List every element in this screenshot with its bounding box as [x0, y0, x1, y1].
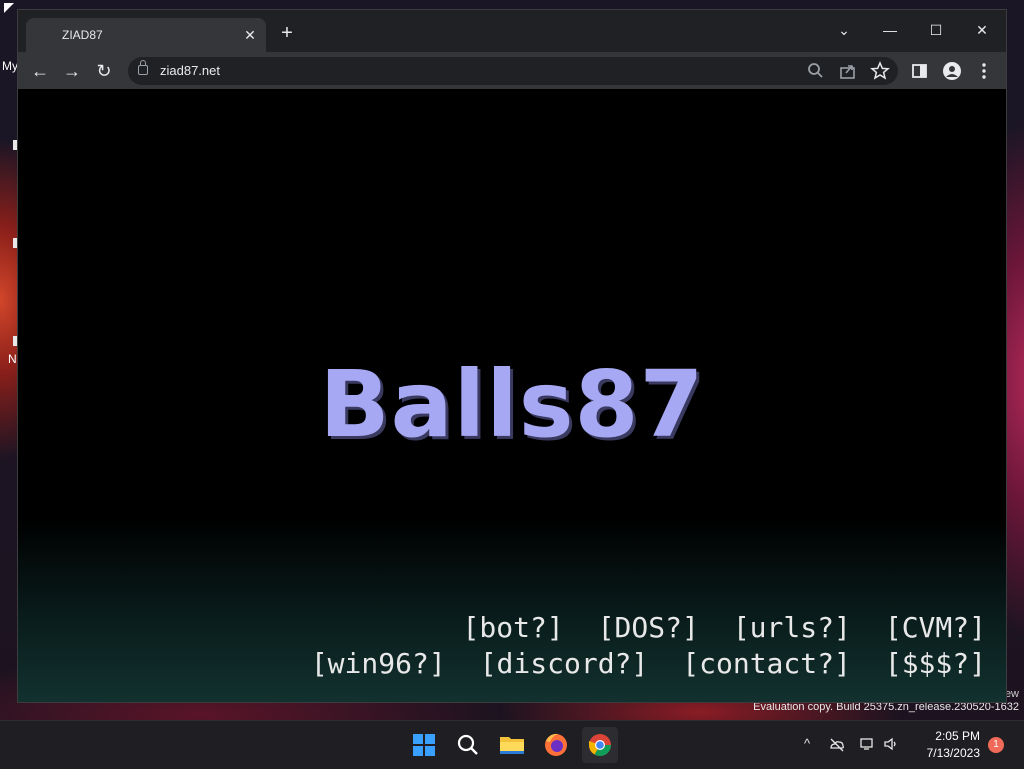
bookmark-star-icon[interactable] [870, 61, 890, 81]
browser-toolbar: ← → ↻ ziad87.net [18, 52, 1006, 89]
back-button[interactable]: ← [27, 58, 53, 84]
site-title: Balls87 [319, 351, 705, 458]
watermark-text: Evaluation copy. Build 25375.zn_release.… [753, 701, 1019, 713]
evaluation-watermark: ew Evaluation copy. Build 25375.zn_relea… [753, 688, 1019, 714]
share-icon[interactable] [838, 61, 858, 81]
system-tray: ^ 2:05 PM 7/13/2023 1 [794, 721, 1024, 769]
network-icon[interactable] [858, 735, 876, 753]
volume-icon[interactable] [882, 735, 900, 753]
file-explorer-icon[interactable] [494, 727, 530, 763]
links-row-1: [bot?] [DOS?] [urls?] [CVM?] [429, 611, 986, 644]
link-money[interactable]: [$$$?] [885, 647, 986, 680]
link-dos[interactable]: [DOS?] [598, 611, 699, 644]
lock-icon[interactable] [138, 60, 148, 75]
search-icon[interactable] [450, 727, 486, 763]
minimize-button[interactable]: — [872, 16, 908, 44]
notification-badge[interactable]: 1 [988, 737, 1004, 753]
desktop-icon-label[interactable]: My [2, 59, 18, 73]
browser-tab[interactable]: ZIAD87 ✕ [26, 18, 266, 52]
url-text[interactable]: ziad87.net [160, 63, 220, 78]
clock-time[interactable]: 2:05 PM [935, 729, 980, 743]
chevron-up-icon[interactable]: ^ [798, 735, 816, 753]
close-button[interactable]: ✕ [964, 16, 1000, 44]
link-win96[interactable]: [win96?] [311, 647, 446, 680]
menu-icon[interactable] [973, 60, 995, 82]
link-contact[interactable]: [contact?] [682, 647, 851, 680]
search-icon[interactable] [806, 61, 826, 81]
watermark-clip-text: ew [1004, 688, 1019, 700]
browser-window: ZIAD87 ✕ + ⌄ — ☐ ✕ ← → ↻ ziad87.net Ball… [18, 10, 1006, 702]
clock-date[interactable]: 7/13/2023 [927, 746, 980, 760]
taskbar: ^ 2:05 PM 7/13/2023 1 [0, 720, 1024, 769]
chrome-icon[interactable] [582, 727, 618, 763]
links-row-2: [win96?] [discord?] [contact?] [$$$?] [277, 647, 986, 680]
link-discord[interactable]: [discord?] [480, 647, 649, 680]
profile-icon[interactable] [941, 60, 963, 82]
onedrive-icon[interactable] [828, 735, 846, 753]
reload-button[interactable]: ↻ [91, 58, 117, 84]
address-bar[interactable]: ziad87.net [128, 57, 898, 85]
link-bot[interactable]: [bot?] [463, 611, 564, 644]
link-urls[interactable]: [urls?] [733, 611, 851, 644]
new-tab-button[interactable]: + [276, 23, 298, 45]
forward-button[interactable]: → [59, 58, 85, 84]
start-icon[interactable] [406, 727, 442, 763]
page-viewport: Balls87 [bot?] [DOS?] [urls?] [CVM?] [win96… [18, 89, 1006, 702]
tab-close-icon[interactable]: ✕ [240, 25, 260, 45]
side-panel-icon[interactable] [909, 60, 931, 82]
tab-search-dropdown-icon[interactable]: ⌄ [826, 16, 862, 44]
mouse-cursor [4, 3, 14, 13]
tab-title: ZIAD87 [62, 28, 103, 42]
link-cvm[interactable]: [CVM?] [885, 611, 986, 644]
maximize-button[interactable]: ☐ [918, 16, 954, 44]
firefox-icon[interactable] [538, 727, 574, 763]
desktop-icon-label[interactable]: N [8, 352, 17, 366]
title-bar[interactable]: ZIAD87 ✕ + ⌄ — ☐ ✕ [18, 10, 1006, 52]
